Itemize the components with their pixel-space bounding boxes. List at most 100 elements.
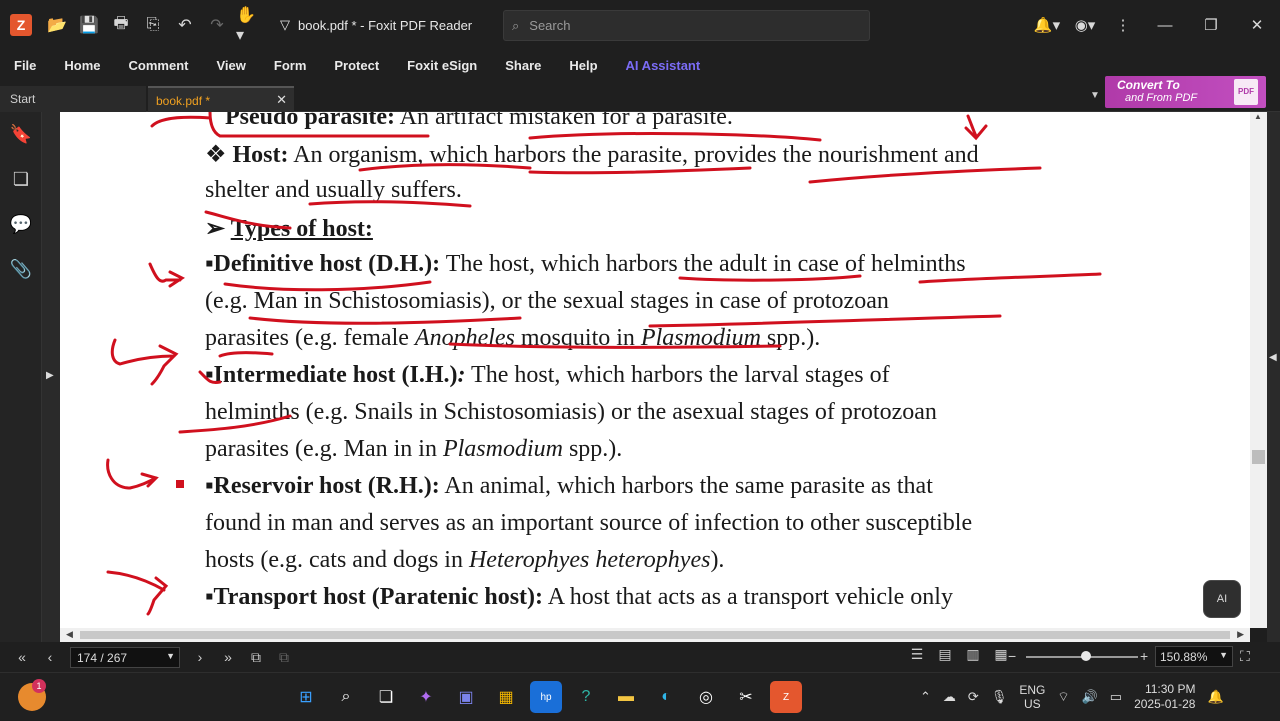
zoom-slider-knob[interactable] bbox=[1081, 651, 1092, 661]
zoom-out-icon[interactable]: − bbox=[1008, 648, 1016, 664]
menu-ai-assistant[interactable]: AI Assistant bbox=[612, 58, 715, 73]
tab-book-label: book.pdf * bbox=[156, 94, 211, 108]
chevron-down-icon[interactable]: ▼ bbox=[1219, 650, 1228, 660]
chrome-icon[interactable]: ◎ bbox=[690, 681, 722, 713]
wifi-icon[interactable]: ⌔ bbox=[1057, 689, 1069, 705]
close-button[interactable]: ✕ bbox=[1234, 0, 1280, 50]
doc-text: spp.). bbox=[562, 436, 623, 462]
screenshot-tool-icon[interactable]: ✂ bbox=[730, 681, 762, 713]
pdf-page[interactable]: Pseudo parasite: An artifact mistaken fo… bbox=[60, 112, 1250, 628]
ai-assistant-fab[interactable]: AI bbox=[1203, 580, 1241, 618]
hscroll-thumb[interactable] bbox=[80, 631, 1230, 639]
menu-help[interactable]: Help bbox=[555, 58, 611, 73]
previous-page-icon[interactable]: ‹ bbox=[36, 649, 64, 665]
menu-comment[interactable]: Comment bbox=[115, 58, 203, 73]
account-icon[interactable]: ◉▾ bbox=[1066, 0, 1104, 50]
attachment-icon[interactable]: 📎 bbox=[0, 247, 42, 292]
scroll-thumb[interactable] bbox=[1252, 450, 1265, 464]
tab-list-chevron-icon[interactable]: ▼ bbox=[1090, 90, 1100, 101]
help-icon[interactable]: ? bbox=[570, 681, 602, 713]
next-view-icon[interactable]: ⧉ bbox=[270, 649, 298, 666]
export-icon[interactable]: ⎘ bbox=[140, 12, 166, 38]
vertical-scrollbar[interactable]: ▲ bbox=[1250, 112, 1267, 628]
minimize-button[interactable]: — bbox=[1142, 0, 1188, 50]
teams-icon[interactable]: ▣ bbox=[450, 681, 482, 713]
horizontal-scrollbar[interactable]: ◀ ▶ bbox=[60, 628, 1250, 642]
quick-access-toolbar: 📂 💾 🖶 ⎘ ↶ ↷ ✋▾ bbox=[44, 7, 262, 44]
menu-file[interactable]: File bbox=[0, 58, 50, 73]
search-icon[interactable]: ⌕ bbox=[330, 681, 362, 713]
hp-icon[interactable]: hp bbox=[530, 681, 562, 713]
doc-line-11: ▪Reservoir host (R.H.): An animal, which… bbox=[205, 473, 933, 500]
microphone-icon[interactable]: 🎙 bbox=[991, 689, 1008, 705]
undo-icon[interactable]: ↶ bbox=[172, 12, 198, 38]
notification-bell-icon[interactable]: 🔔 bbox=[1207, 689, 1223, 705]
zoom-in-icon[interactable]: + bbox=[1140, 648, 1148, 664]
menu-protect[interactable]: Protect bbox=[320, 58, 393, 73]
cloud-icon[interactable]: ☁ bbox=[943, 689, 956, 705]
file-explorer-icon[interactable]: ▬ bbox=[610, 681, 642, 713]
previous-view-icon[interactable]: ⧉ bbox=[242, 649, 270, 666]
page-number-input[interactable]: 174 / 267 ▼ bbox=[70, 646, 180, 668]
foxit-logo-icon[interactable]: Z bbox=[10, 14, 32, 36]
open-folder-icon[interactable]: 📂 bbox=[44, 12, 70, 38]
continuous-page-icon[interactable]: ▤ bbox=[933, 646, 957, 663]
comments-icon[interactable]: 💬 bbox=[0, 202, 42, 247]
doc-line-4: ➢ Types of host: bbox=[205, 214, 373, 243]
hand-tool-icon[interactable]: ✋▾ bbox=[236, 7, 262, 44]
tab-book-pdf[interactable]: book.pdf * ✕ bbox=[148, 86, 294, 112]
foxit-reader-taskbar-icon[interactable]: Z bbox=[770, 681, 802, 713]
scroll-left-icon[interactable]: ◀ bbox=[66, 629, 73, 640]
search-input[interactable]: ⌕ Search bbox=[503, 10, 870, 41]
single-page-icon[interactable]: ☰ bbox=[905, 646, 929, 663]
first-page-icon[interactable]: « bbox=[8, 649, 36, 665]
facing-page-icon[interactable]: ▥ bbox=[961, 646, 985, 663]
battery-icon[interactable]: ▭ bbox=[1110, 689, 1122, 705]
fullscreen-icon[interactable]: ⛶ bbox=[1240, 648, 1250, 665]
task-view-icon[interactable]: ❏ bbox=[370, 681, 402, 713]
store-icon[interactable]: ▦ bbox=[490, 681, 522, 713]
doc-line-10: parasites (e.g. Man in in Plasmodium spp… bbox=[205, 436, 622, 463]
close-tab-icon[interactable]: ✕ bbox=[276, 92, 287, 108]
language-indicator[interactable]: ENG US bbox=[1019, 683, 1045, 711]
redo-icon[interactable]: ↷ bbox=[204, 12, 230, 38]
collapse-left-icon[interactable]: ◀ bbox=[1269, 352, 1277, 363]
tab-start[interactable]: Start bbox=[0, 86, 146, 112]
menu-view[interactable]: View bbox=[202, 58, 259, 73]
menu-share[interactable]: Share bbox=[491, 58, 555, 73]
print-icon[interactable]: 🖶 bbox=[108, 12, 134, 38]
save-icon[interactable]: 💾 bbox=[76, 12, 102, 38]
bookmark-icon[interactable]: 🔖 bbox=[0, 112, 42, 157]
zoom-input[interactable]: 150.88% ▼ bbox=[1155, 646, 1233, 667]
notification-bell-icon[interactable]: 🔔▾ bbox=[1028, 0, 1066, 50]
copilot-icon[interactable]: ✦ bbox=[410, 681, 442, 713]
chevron-up-icon[interactable]: ⌃ bbox=[920, 689, 931, 705]
volume-icon[interactable]: 🔊 bbox=[1082, 689, 1098, 705]
menu-home[interactable]: Home bbox=[50, 58, 114, 73]
restore-button[interactable]: ❐ bbox=[1188, 0, 1234, 50]
doc-line-2: ❖ Host: An organism, which harbors the p… bbox=[205, 140, 979, 169]
panel-expander[interactable]: ▶ bbox=[42, 112, 60, 642]
ink-arrow bbox=[150, 115, 212, 128]
doc-text: mosquito in bbox=[514, 325, 641, 351]
menu-form[interactable]: Form bbox=[260, 58, 321, 73]
doc-line-13: hosts (e.g. cats and dogs in Heterophyes… bbox=[205, 547, 724, 574]
menu-foxit-esign[interactable]: Foxit eSign bbox=[393, 58, 491, 73]
scroll-right-icon[interactable]: ▶ bbox=[1237, 629, 1244, 640]
doc-text: parasites (e.g. female bbox=[205, 325, 415, 351]
expand-right-icon[interactable]: ▶ bbox=[46, 370, 54, 381]
page-indicator: 174 / 267 bbox=[77, 650, 128, 665]
windows-start-icon[interactable]: ⊞ bbox=[290, 681, 322, 713]
convert-pdf-banner[interactable]: Convert To and From PDF PDF bbox=[1105, 76, 1266, 108]
sync-icon[interactable]: ⟳ bbox=[968, 689, 979, 705]
more-icon[interactable]: ⋮ bbox=[1104, 0, 1142, 50]
right-panel-toggle[interactable]: ◀ bbox=[1267, 112, 1280, 642]
clock[interactable]: 11:30 PM 2025-01-28 bbox=[1134, 682, 1195, 712]
pages-icon[interactable]: ❏ bbox=[0, 157, 42, 202]
chevron-down-icon[interactable]: ▽ bbox=[280, 17, 290, 33]
chevron-down-icon[interactable]: ▼ bbox=[166, 651, 175, 661]
edge-icon[interactable]: ◐ bbox=[650, 681, 682, 713]
last-page-icon[interactable]: » bbox=[214, 649, 242, 665]
scroll-up-icon[interactable]: ▲ bbox=[1254, 112, 1262, 121]
next-page-icon[interactable]: › bbox=[186, 649, 214, 665]
